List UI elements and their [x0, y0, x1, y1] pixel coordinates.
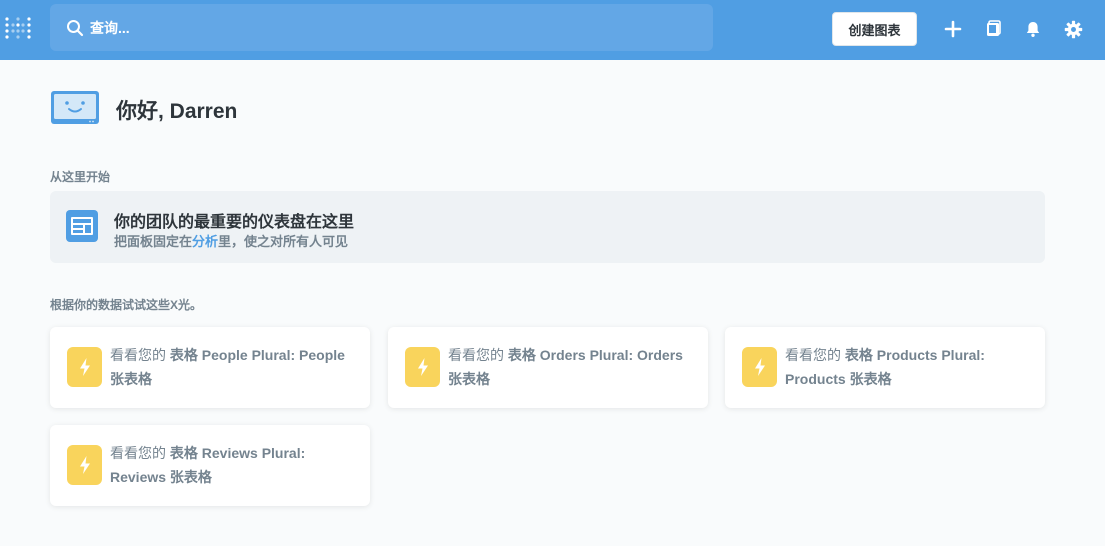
- xray-card-prefix: 看看您的: [110, 445, 166, 461]
- greeting-title: 你好, Darren: [116, 100, 238, 123]
- bell-icon[interactable]: [1022, 18, 1044, 40]
- xray-card-reviews[interactable]: 看看您的 表格 Reviews Plural: Reviews 张表格: [50, 425, 370, 506]
- pin-card-title: 你的团队的最重要的仪表盘在这里: [114, 214, 355, 231]
- lightning-bolt-icon: [742, 347, 777, 387]
- lightning-bolt-icon: [67, 347, 102, 387]
- top-nav-bar: 创建图表: [0, 0, 1105, 60]
- lightning-bolt-icon: [67, 445, 102, 485]
- gear-icon[interactable]: [1062, 18, 1084, 40]
- dashboard-icon: [66, 210, 98, 242]
- xray-card-prefix: 看看您的: [785, 347, 841, 363]
- pin-card-subtitle: 把面板固定在分析里，使之对所有人可见: [114, 231, 348, 250]
- xray-card-people[interactable]: 看看您的 表格 People Plural: People 张表格: [50, 327, 370, 408]
- xray-card-text: 看看您的 表格 Orders Plural: Orders 张表格: [448, 343, 700, 391]
- xray-card-products[interactable]: 看看您的 表格 Products Plural: Products 张表格: [725, 327, 1045, 408]
- smiley-monitor-icon: [50, 90, 100, 131]
- pin-card-subtitle-before: 把面板固定在: [114, 234, 193, 249]
- metabase-logo-icon[interactable]: [4, 14, 32, 42]
- xray-card-text: 看看您的 表格 Reviews Plural: Reviews 张表格: [110, 441, 362, 489]
- xray-section-label: 根据你的数据试试这些X光。: [50, 298, 203, 312]
- start-section-label: 从这里开始: [50, 170, 111, 184]
- pin-card-subtitle-after: 里，使之对所有人可见: [218, 234, 349, 249]
- pinned-dashboard-card: 你的团队的最重要的仪表盘在这里 把面板固定在分析里，使之对所有人可见: [50, 191, 1045, 263]
- xray-card-prefix: 看看您的: [110, 347, 166, 363]
- search-icon: [66, 19, 84, 37]
- xray-card-text: 看看您的 表格 Products Plural: Products 张表格: [785, 343, 1037, 391]
- search-bar[interactable]: [50, 4, 713, 51]
- xray-card-text: 看看您的 表格 People Plural: People 张表格: [110, 343, 362, 391]
- create-chart-button[interactable]: 创建图表: [832, 12, 917, 46]
- collection-icon[interactable]: [982, 18, 1004, 40]
- greeting-header: 你好, Darren: [50, 90, 238, 131]
- plus-icon[interactable]: [942, 18, 964, 40]
- lightning-bolt-icon: [405, 347, 440, 387]
- xray-card-prefix: 看看您的: [448, 347, 504, 363]
- analytics-link[interactable]: 分析: [192, 234, 218, 249]
- xray-card-orders[interactable]: 看看您的 表格 Orders Plural: Orders 张表格: [388, 327, 708, 408]
- search-input[interactable]: [90, 19, 650, 36]
